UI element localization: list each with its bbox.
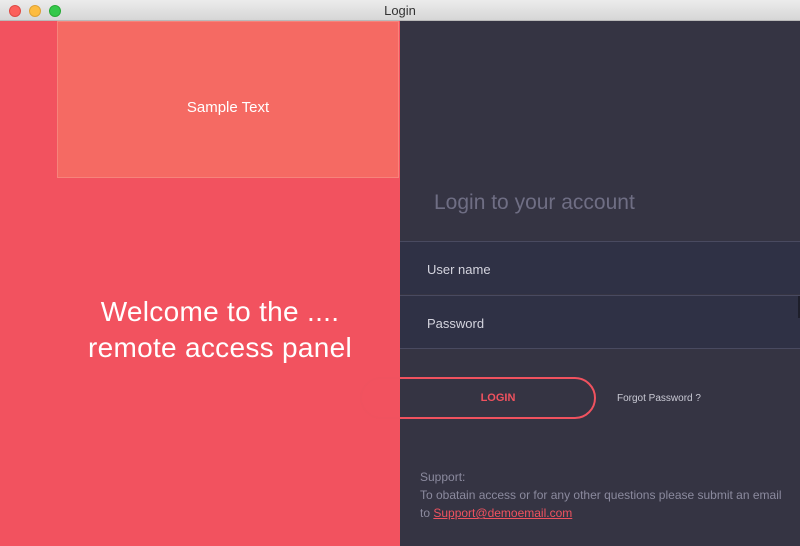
title-bar: Login <box>0 0 800 21</box>
welcome-line-1: Welcome to the .... <box>100 296 340 327</box>
password-input[interactable] <box>425 296 789 350</box>
sample-box: Sample Text <box>57 21 399 178</box>
login-panel: Login to your account LOGIN Forgot Passw… <box>360 21 800 546</box>
sample-text: Sample Text <box>186 99 270 116</box>
welcome-message: Welcome to the .... remote access panel <box>20 294 420 366</box>
username-field-container <box>400 241 800 296</box>
login-heading: Login to your account <box>434 191 635 214</box>
login-button[interactable]: LOGIN <box>360 377 596 419</box>
window-title: Login <box>384 3 416 18</box>
support-email-link[interactable]: Support@demoemail.com <box>433 506 572 520</box>
username-input[interactable] <box>425 242 789 296</box>
welcome-line-2: remote access panel <box>87 332 353 363</box>
login-window: Login Sample Text Welcome to the .... re… <box>0 0 800 546</box>
support-label: Support: <box>420 470 466 484</box>
password-field-container <box>400 295 800 350</box>
welcome-panel: Sample Text Welcome to the .... remote a… <box>0 21 400 546</box>
support-text: To obatain access or for any other quest… <box>420 486 790 522</box>
forgot-password-link[interactable]: Forgot Password ? <box>617 393 701 404</box>
support-section: Support: To obatain access or for any ot… <box>420 468 790 522</box>
